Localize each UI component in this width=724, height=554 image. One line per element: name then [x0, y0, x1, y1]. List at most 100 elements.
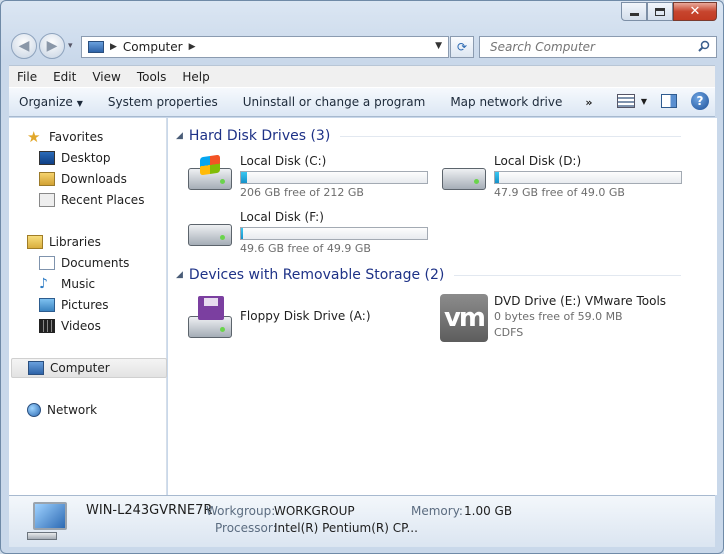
explorer-window: ✕ ◀ ▶ ▾ ▶ Computer ▶ ▼ ⟳ File Edit View …	[0, 0, 724, 554]
drive-tile-c[interactable]: Local Disk (C:) 206 GB free of 212 GB	[186, 154, 436, 202]
system-properties-button[interactable]: System properties	[98, 95, 233, 109]
vmware-logo: vm	[440, 294, 488, 342]
window-controls: ✕	[621, 2, 717, 21]
drive-name: Local Disk (C:)	[240, 154, 327, 168]
chevron-down-icon: ▼	[640, 96, 647, 106]
change-view-button[interactable]: ▼	[616, 94, 647, 108]
address-bar[interactable]: ▶ Computer ▶ ▼	[81, 36, 449, 58]
memory-value: 1.00 GB	[464, 504, 513, 518]
search-icon[interactable]	[698, 40, 710, 52]
uninstall-program-button[interactable]: Uninstall or change a program	[233, 95, 441, 109]
collapse-triangle-icon[interactable]: ◢	[176, 270, 183, 280]
search-box[interactable]	[479, 36, 717, 58]
close-icon: ✕	[689, 4, 701, 19]
computer-icon	[88, 41, 104, 53]
group-divider	[454, 274, 681, 276]
drive-usage-bar	[240, 171, 428, 184]
hard-drive-icon	[440, 156, 488, 198]
drive-tile-dvd[interactable]: vm DVD Drive (E:) VMware Tools 0 bytes f…	[440, 294, 690, 350]
sidebar-item-favorites[interactable]: ★ Favorites	[27, 127, 183, 147]
back-button[interactable]: ◀	[11, 33, 37, 59]
drive-tile-floppy[interactable]: Floppy Disk Drive (A:)	[186, 294, 436, 342]
desktop-icon	[39, 151, 55, 165]
sidebar-item-label: Music	[61, 277, 96, 291]
windows-logo-icon	[200, 154, 220, 176]
documents-icon	[39, 256, 55, 270]
hard-drive-icon	[186, 154, 234, 198]
drive-free-space: 49.6 GB free of 49.9 GB	[240, 242, 371, 255]
computer-icon	[28, 361, 44, 375]
breadcrumb-computer[interactable]: Computer	[123, 40, 183, 54]
back-arrow-icon: ◀	[18, 38, 30, 54]
preview-pane-button[interactable]	[661, 94, 677, 108]
command-bar-right: ▼ ?	[616, 92, 709, 110]
help-button[interactable]: ?	[691, 92, 709, 110]
drive-usage-fill	[241, 172, 247, 183]
hard-drive-icon	[186, 212, 234, 254]
chevron-down-icon: ▼	[76, 99, 83, 108]
drive-free-space: 0 bytes free of 59.0 MB	[494, 310, 623, 323]
hard-disk-drives-group-header[interactable]: ◢ Hard Disk Drives (3)	[176, 128, 681, 144]
maximize-button[interactable]	[647, 2, 673, 21]
search-input[interactable]	[490, 40, 690, 54]
computer-monitor-icon	[27, 502, 71, 542]
breadcrumb-chevron-icon[interactable]: ▶	[110, 42, 117, 52]
drive-free-space: 206 GB free of 212 GB	[240, 186, 364, 199]
menu-view[interactable]: View	[84, 70, 128, 84]
menu-bar: File Edit View Tools Help	[9, 65, 715, 87]
computer-screen	[33, 502, 67, 530]
floppy-disk-icon	[198, 296, 224, 320]
drive-usage-bar	[240, 227, 428, 240]
maximize-icon	[655, 7, 665, 16]
content-pane: ◢ Hard Disk Drives (3) Local Disk (C:) 2…	[168, 118, 717, 495]
menu-help[interactable]: Help	[174, 70, 217, 84]
breadcrumb-chevron-icon[interactable]: ▶	[189, 42, 196, 52]
sidebar-item-label: Recent Places	[61, 193, 145, 207]
refresh-icon: ⟳	[456, 40, 468, 54]
network-globe-icon	[27, 403, 41, 417]
address-history-dropdown[interactable]: ▼	[435, 41, 442, 51]
minimize-button[interactable]	[621, 2, 647, 21]
sidebar-item-network[interactable]: Network	[27, 400, 183, 420]
computer-name: WIN-L243GVRNE7R	[86, 503, 213, 518]
forward-arrow-icon: ▶	[46, 38, 58, 54]
star-icon: ★	[27, 128, 41, 146]
sidebar-item-libraries[interactable]: Libraries	[27, 232, 183, 252]
sidebar-item-label: Documents	[61, 256, 130, 270]
removable-storage-group-header[interactable]: ◢ Devices with Removable Storage (2)	[176, 267, 681, 283]
floppy-drive-icon	[186, 296, 234, 338]
computer-base	[27, 532, 57, 540]
navigation-bar: ◀ ▶ ▾ ▶ Computer ▶ ▼ ⟳	[9, 33, 717, 61]
navigation-pane: ★ Favorites Desktop Downloads Recent Plac…	[9, 118, 167, 495]
map-network-drive-button[interactable]: Map network drive	[440, 95, 577, 109]
group-title: Hard Disk Drives (3)	[188, 128, 331, 144]
minimize-icon	[629, 13, 639, 16]
menu-tools[interactable]: Tools	[129, 70, 175, 84]
sidebar-item-label: Favorites	[49, 130, 104, 144]
close-button[interactable]: ✕	[673, 2, 717, 21]
downloads-folder-icon	[39, 172, 55, 186]
refresh-button[interactable]: ⟳	[450, 36, 474, 58]
forward-button[interactable]: ▶	[39, 33, 65, 59]
sidebar-item-label: Computer	[50, 361, 110, 375]
collapse-triangle-icon[interactable]: ◢	[176, 131, 183, 141]
organize-button[interactable]: Organize ▼	[9, 95, 98, 109]
group-title: Devices with Removable Storage (2)	[188, 267, 445, 283]
sidebar-item-computer[interactable]: Computer	[11, 358, 167, 378]
drive-usage-fill	[495, 172, 499, 183]
drive-name: Local Disk (F:)	[240, 210, 324, 224]
drive-filesystem: CDFS	[494, 326, 524, 339]
menu-edit[interactable]: Edit	[45, 70, 84, 84]
sidebar-item-label: Videos	[61, 319, 101, 333]
drive-tile-d[interactable]: Local Disk (D:) 47.9 GB free of 49.0 GB	[440, 154, 690, 202]
menu-file[interactable]: File	[9, 70, 45, 84]
music-note-icon: ♪	[39, 276, 48, 292]
pictures-icon	[39, 298, 55, 312]
drive-tile-f[interactable]: Local Disk (F:) 49.6 GB free of 49.9 GB	[186, 210, 436, 258]
drive-name: Floppy Disk Drive (A:)	[240, 309, 371, 323]
recent-pages-dropdown[interactable]: ▾	[68, 41, 73, 51]
vmware-tools-icon: vm	[440, 294, 488, 342]
more-commands-button[interactable]: »	[577, 96, 600, 109]
sidebar-item-label: Libraries	[49, 235, 101, 249]
sidebar-item-label: Network	[47, 403, 98, 417]
